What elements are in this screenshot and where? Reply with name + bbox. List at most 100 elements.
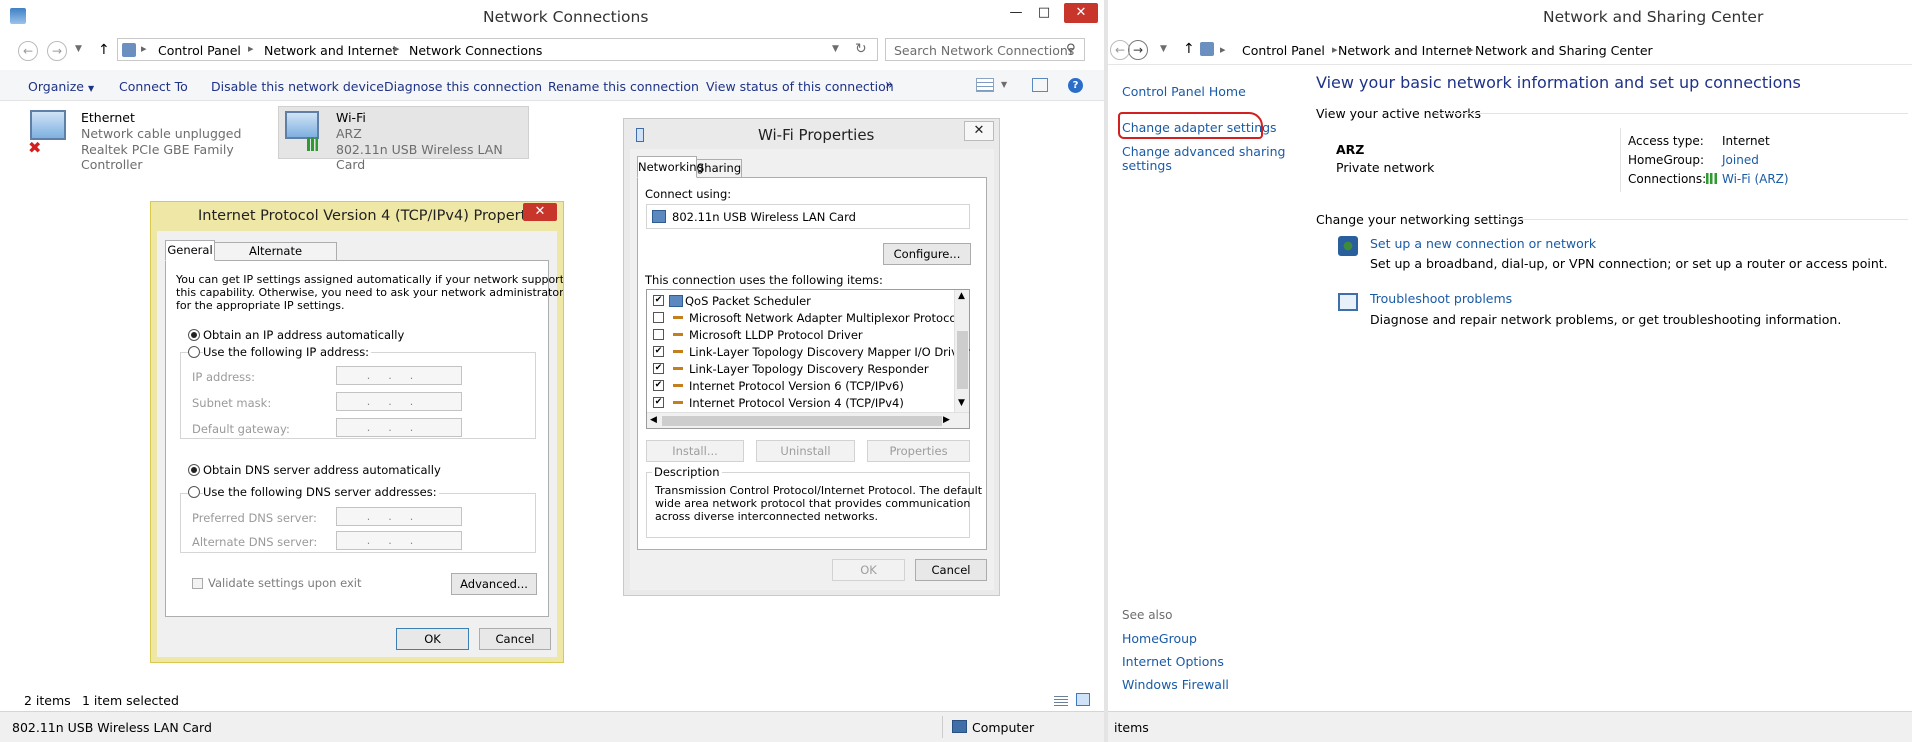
validate-settings-checkbox[interactable]	[192, 578, 203, 589]
minimize-button[interactable]: —	[1002, 3, 1030, 23]
search-box[interactable]: Search Network Connections ⚲	[885, 38, 1085, 61]
adapter-wifi[interactable]: Wi-Fi ARZ 802.11n USB Wireless LAN Card	[278, 106, 529, 172]
homegroup-joined-link[interactable]: Joined	[1722, 153, 1759, 167]
recent-dropdown-icon[interactable]: ▼	[75, 44, 82, 54]
back-button[interactable]: ←	[18, 41, 38, 61]
configure-button[interactable]: Configure...	[883, 243, 971, 265]
change-adapter-settings-link[interactable]: Change adapter settings	[1122, 120, 1277, 135]
tab-networking[interactable]: Networking	[637, 156, 704, 178]
close-button[interactable]: ✕	[1064, 3, 1098, 23]
homegroup-link[interactable]: HomeGroup	[1122, 631, 1197, 646]
list-item[interactable]: ✔ QoS Packet Scheduler	[651, 293, 951, 309]
diagnose-button[interactable]: Diagnose this connection	[384, 79, 542, 94]
obtain-ip-auto-label[interactable]: Obtain an IP address automatically	[203, 328, 404, 342]
close-button[interactable]: ✕	[964, 121, 994, 141]
breadcrumb-control-panel[interactable]: Control Panel	[1242, 43, 1325, 58]
search-icon[interactable]: ⚲	[1066, 42, 1076, 57]
advanced-button[interactable]: Advanced...	[451, 573, 537, 595]
preferred-dns-field[interactable]: ...	[336, 507, 462, 526]
titlebar[interactable]: Network and Sharing Center	[1108, 0, 1912, 32]
breadcrumb-network-connections[interactable]: Network Connections	[409, 43, 542, 58]
windows-firewall-link[interactable]: Windows Firewall	[1122, 677, 1229, 692]
list-item[interactable]: ✔ Internet Protocol Version 6 (TCP/IPv6)	[651, 378, 951, 394]
tab-general[interactable]: General	[165, 240, 215, 261]
recent-dropdown-icon[interactable]: ▼	[1160, 44, 1167, 54]
preview-pane-icon[interactable]	[1032, 78, 1048, 92]
item-checkbox[interactable]	[653, 329, 664, 340]
organize-button[interactable]: Organize ▼	[28, 79, 94, 94]
up-arrow-icon[interactable]: ↑	[98, 42, 110, 58]
internet-options-link[interactable]: Internet Options	[1122, 654, 1224, 669]
forward-button[interactable]: →	[47, 41, 67, 61]
scroll-right-icon[interactable]: ▶	[943, 415, 950, 425]
large-icons-view-icon[interactable]	[1076, 693, 1090, 706]
scroll-left-icon[interactable]: ◀	[650, 415, 657, 425]
list-item[interactable]: Microsoft LLDP Protocol Driver	[651, 327, 951, 343]
rename-button[interactable]: Rename this connection	[548, 79, 699, 94]
back-button[interactable]: ←	[1110, 40, 1130, 60]
list-item[interactable]: ✔ Link-Layer Topology Discovery Responder	[651, 361, 951, 377]
view-dropdown-icon[interactable]: ▼	[1001, 80, 1007, 89]
install-button[interactable]: Install...	[646, 440, 744, 462]
use-following-ip-radio[interactable]	[188, 346, 200, 358]
obtain-ip-auto-radio[interactable]	[188, 329, 200, 341]
ok-button[interactable]: OK	[832, 559, 905, 581]
item-checkbox[interactable]: ✔	[653, 363, 664, 374]
ok-button[interactable]: OK	[396, 628, 469, 650]
more-commands-button[interactable]: »	[885, 77, 894, 93]
titlebar[interactable]: Network Connections — □ ✕	[0, 0, 1104, 34]
list-item[interactable]: Microsoft Network Adapter Multiplexor Pr…	[651, 310, 960, 326]
view-status-button[interactable]: View status of this connection	[706, 79, 894, 94]
scroll-thumb[interactable]	[662, 416, 942, 426]
vertical-scrollbar[interactable]: ▲ ▼	[954, 290, 969, 412]
use-following-dns-radio[interactable]	[188, 486, 200, 498]
up-arrow-icon[interactable]: ↑	[1183, 41, 1195, 57]
scroll-up-icon[interactable]: ▲	[958, 291, 965, 301]
details-view-icon[interactable]	[1054, 694, 1068, 706]
list-item[interactable]: ✔ Internet Protocol Version 4 (TCP/IPv4)	[651, 395, 951, 411]
wifi-connection-link[interactable]: Wi-Fi (ARZ)	[1722, 172, 1789, 186]
alternate-dns-field[interactable]: ...	[336, 531, 462, 550]
horizontal-scrollbar[interactable]: ◀ ▶	[647, 412, 969, 428]
obtain-dns-auto-radio[interactable]	[188, 464, 200, 476]
properties-button[interactable]: Properties	[867, 440, 970, 462]
item-checkbox[interactable]: ✔	[653, 346, 664, 357]
use-following-ip-label[interactable]: Use the following IP address:	[203, 345, 372, 359]
item-checkbox[interactable]: ✔	[653, 397, 664, 408]
address-bar[interactable]: ▸ Control Panel ▸ Network and Internet ▸…	[117, 38, 878, 61]
maximize-button[interactable]: □	[1030, 3, 1058, 23]
breadcrumb-sharing-center[interactable]: Network and Sharing Center	[1475, 43, 1653, 58]
breadcrumb-network-internet[interactable]: Network and Internet	[1338, 43, 1471, 58]
setup-connection-link[interactable]: Set up a new connection or network	[1370, 236, 1596, 251]
cancel-button[interactable]: Cancel	[915, 559, 987, 581]
close-button[interactable]: ✕	[523, 203, 557, 221]
forward-button[interactable]: →	[1128, 40, 1148, 60]
disable-device-button[interactable]: Disable this network device	[211, 79, 384, 94]
address-dropdown-icon[interactable]: ▼	[832, 44, 839, 54]
item-checkbox[interactable]: ✔	[653, 295, 664, 306]
scroll-thumb[interactable]	[957, 331, 968, 389]
list-item[interactable]: ✔ Link-Layer Topology Discovery Mapper I/…	[651, 344, 970, 360]
change-advanced-sharing-link[interactable]: Change advanced sharing	[1122, 144, 1285, 159]
default-gateway-field[interactable]: ...	[336, 418, 462, 437]
ip-address-field[interactable]: ...	[336, 366, 462, 385]
change-advanced-sharing-link-line2[interactable]: settings	[1122, 158, 1172, 173]
uninstall-button[interactable]: Uninstall	[756, 440, 855, 462]
view-options-icon[interactable]	[976, 78, 994, 92]
search-input[interactable]: Search Network Connections	[894, 43, 1074, 58]
troubleshoot-link[interactable]: Troubleshoot problems	[1370, 291, 1512, 306]
breadcrumb-network-internet[interactable]: Network and Internet	[264, 43, 397, 58]
refresh-icon[interactable]: ↻	[855, 41, 867, 57]
validate-settings-label[interactable]: Validate settings upon exit	[208, 576, 361, 590]
use-following-dns-label[interactable]: Use the following DNS server addresses:	[203, 485, 439, 499]
help-icon[interactable]: ?	[1068, 78, 1083, 93]
tab-alternate-configuration[interactable]: Alternate Configuration	[214, 242, 337, 275]
breadcrumb-control-panel[interactable]: Control Panel	[158, 43, 241, 58]
subnet-mask-field[interactable]: ...	[336, 392, 462, 411]
obtain-dns-auto-label[interactable]: Obtain DNS server address automatically	[203, 463, 441, 477]
item-checkbox[interactable]: ✔	[653, 380, 664, 391]
scroll-down-icon[interactable]: ▼	[958, 398, 965, 408]
item-checkbox[interactable]	[653, 312, 664, 323]
cancel-button[interactable]: Cancel	[479, 628, 551, 650]
control-panel-home-link[interactable]: Control Panel Home	[1122, 84, 1246, 99]
